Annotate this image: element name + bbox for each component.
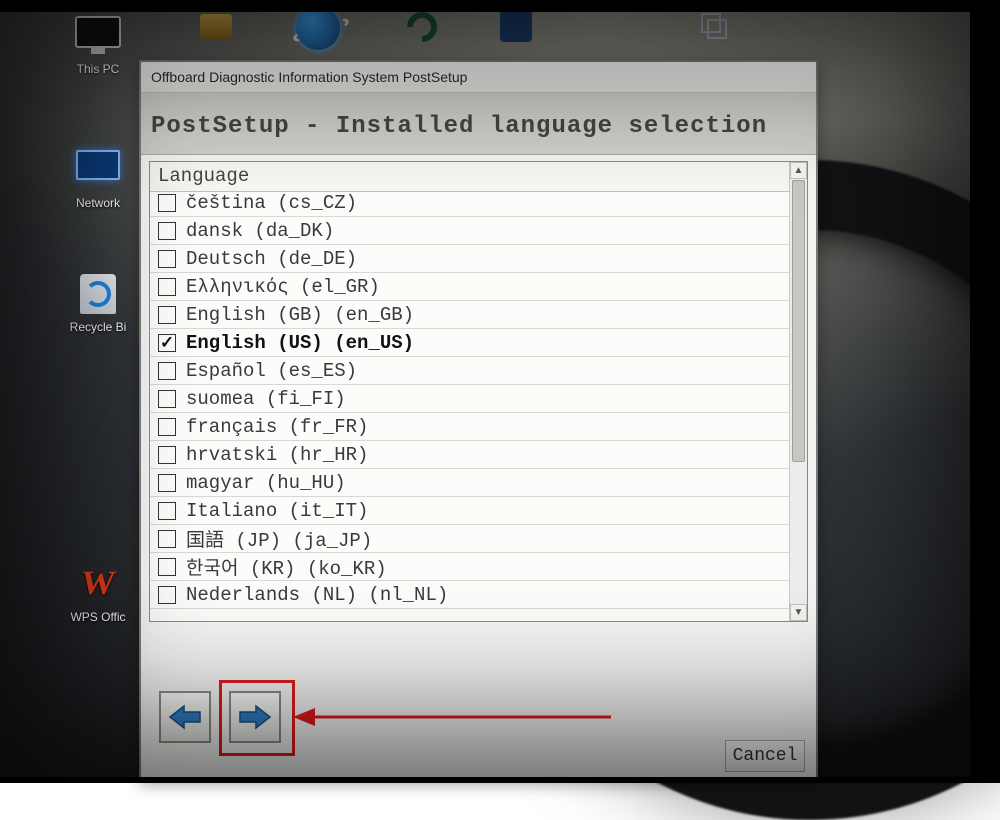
desktop-icon-label: Network xyxy=(56,196,140,210)
scrollbar-thumb[interactable] xyxy=(792,180,805,462)
language-checkbox[interactable] xyxy=(158,306,176,324)
installer-window: Offboard Diagnostic Information System P… xyxy=(139,60,818,782)
desktop-icon-label: Recycle Bi xyxy=(56,320,140,334)
language-label: français (fr_FR) xyxy=(186,416,368,438)
language-checkbox[interactable] xyxy=(158,278,176,296)
language-row[interactable]: English (US) (en_US) xyxy=(150,329,790,357)
column-header-language[interactable]: Language xyxy=(150,162,790,192)
language-list: Language čeština (cs_CZ)dansk (da_DK) Deu… xyxy=(149,161,808,622)
scrollbar-vertical[interactable]: ▲ ▼ xyxy=(789,162,807,621)
language-checkbox[interactable] xyxy=(158,418,176,436)
language-checkbox[interactable] xyxy=(158,586,176,604)
scroll-down-button[interactable]: ▼ xyxy=(790,604,807,621)
language-label: čeština (cs_CZ) xyxy=(186,192,357,214)
language-checkbox[interactable] xyxy=(158,502,176,520)
annotation-arrow xyxy=(291,702,621,732)
language-checkbox[interactable] xyxy=(158,474,176,492)
window-titlebar[interactable]: Offboard Diagnostic Information System P… xyxy=(141,62,816,93)
language-rows-container: čeština (cs_CZ)dansk (da_DK) Deutsch (de_… xyxy=(150,189,790,621)
language-row[interactable]: suomea (fi_FI) xyxy=(150,385,790,413)
language-label: 한국어 (KR) (ko_KR) xyxy=(186,553,387,580)
language-row[interactable]: Deutsch (de_DE) xyxy=(150,245,790,273)
language-row[interactable]: 한국어 (KR) (ko_KR) xyxy=(150,553,790,581)
language-label: dansk (da_DK) xyxy=(186,220,334,242)
language-checkbox[interactable] xyxy=(158,222,176,240)
language-checkbox[interactable] xyxy=(158,446,176,464)
folder-icon[interactable] xyxy=(200,14,232,40)
desktop-icon-label: This PC xyxy=(56,62,140,76)
language-row[interactable]: Nederlands (NL) (nl_NL) xyxy=(150,581,790,609)
language-row[interactable]: čeština (cs_CZ) xyxy=(150,189,790,217)
language-row[interactable]: English (GB) (en_GB) xyxy=(150,301,790,329)
app-icon-layers[interactable] xyxy=(698,10,732,44)
language-label: Español (es_ES) xyxy=(186,360,357,382)
scroll-up-button[interactable]: ▲ xyxy=(790,162,807,179)
language-row[interactable]: 国語 (JP) (ja_JP) xyxy=(150,525,790,553)
language-checkbox[interactable] xyxy=(158,194,176,212)
language-checkbox[interactable] xyxy=(158,334,176,352)
language-checkbox[interactable] xyxy=(158,362,176,380)
desktop-icon-recycle-bin[interactable]: Recycle Bi xyxy=(56,274,140,334)
dialog-footer: Cancel xyxy=(149,734,808,774)
language-label: 国語 (JP) (ja_JP) xyxy=(186,525,372,552)
cancel-label: Cancel xyxy=(733,746,798,766)
desktop-icon-network[interactable]: Network xyxy=(56,150,140,210)
desktop-icon-wps[interactable]: W WPS Offic xyxy=(56,564,140,624)
refresh-icon[interactable] xyxy=(402,12,442,42)
cancel-button[interactable]: Cancel xyxy=(725,740,805,772)
language-label: hrvatski (hr_HR) xyxy=(186,444,368,466)
language-label: Nederlands (NL) (nl_NL) xyxy=(186,584,448,606)
globe-icon[interactable] xyxy=(296,6,340,50)
app-icon-e[interactable] xyxy=(500,10,532,42)
desktop-icon-label: WPS Offic xyxy=(56,610,140,624)
language-label: English (GB) (en_GB) xyxy=(186,304,414,326)
desktop-icon-this-pc[interactable]: This PC xyxy=(56,16,140,76)
language-row[interactable]: Italiano (it_IT) xyxy=(150,497,790,525)
language-label: suomea (fi_FI) xyxy=(186,388,346,410)
language-row[interactable]: français (fr_FR) xyxy=(150,413,790,441)
language-checkbox[interactable] xyxy=(158,530,176,548)
language-checkbox[interactable] xyxy=(158,250,176,268)
language-label: Italiano (it_IT) xyxy=(186,500,368,522)
language-row[interactable]: hrvatski (hr_HR) xyxy=(150,441,790,469)
language-row[interactable]: magyar (hu_HU) xyxy=(150,469,790,497)
language-label: magyar (hu_HU) xyxy=(186,472,346,494)
language-label: Deutsch (de_DE) xyxy=(186,248,357,270)
window-title: Offboard Diagnostic Information System P… xyxy=(151,69,467,85)
language-row[interactable]: dansk (da_DK) xyxy=(150,217,790,245)
language-checkbox[interactable] xyxy=(158,558,176,576)
wizard-header: PostSetup - Installed language selection xyxy=(141,93,816,155)
language-row[interactable]: Español (es_ES) xyxy=(150,357,790,385)
language-checkbox[interactable] xyxy=(158,390,176,408)
language-label: Ελληνικός (el_GR) xyxy=(186,276,380,298)
language-label: English (US) (en_US) xyxy=(186,332,414,354)
language-row[interactable]: Ελληνικός (el_GR) xyxy=(150,273,790,301)
desktop-background: This PC Network Recycle Bi W WPS Offic V… xyxy=(0,0,1000,783)
